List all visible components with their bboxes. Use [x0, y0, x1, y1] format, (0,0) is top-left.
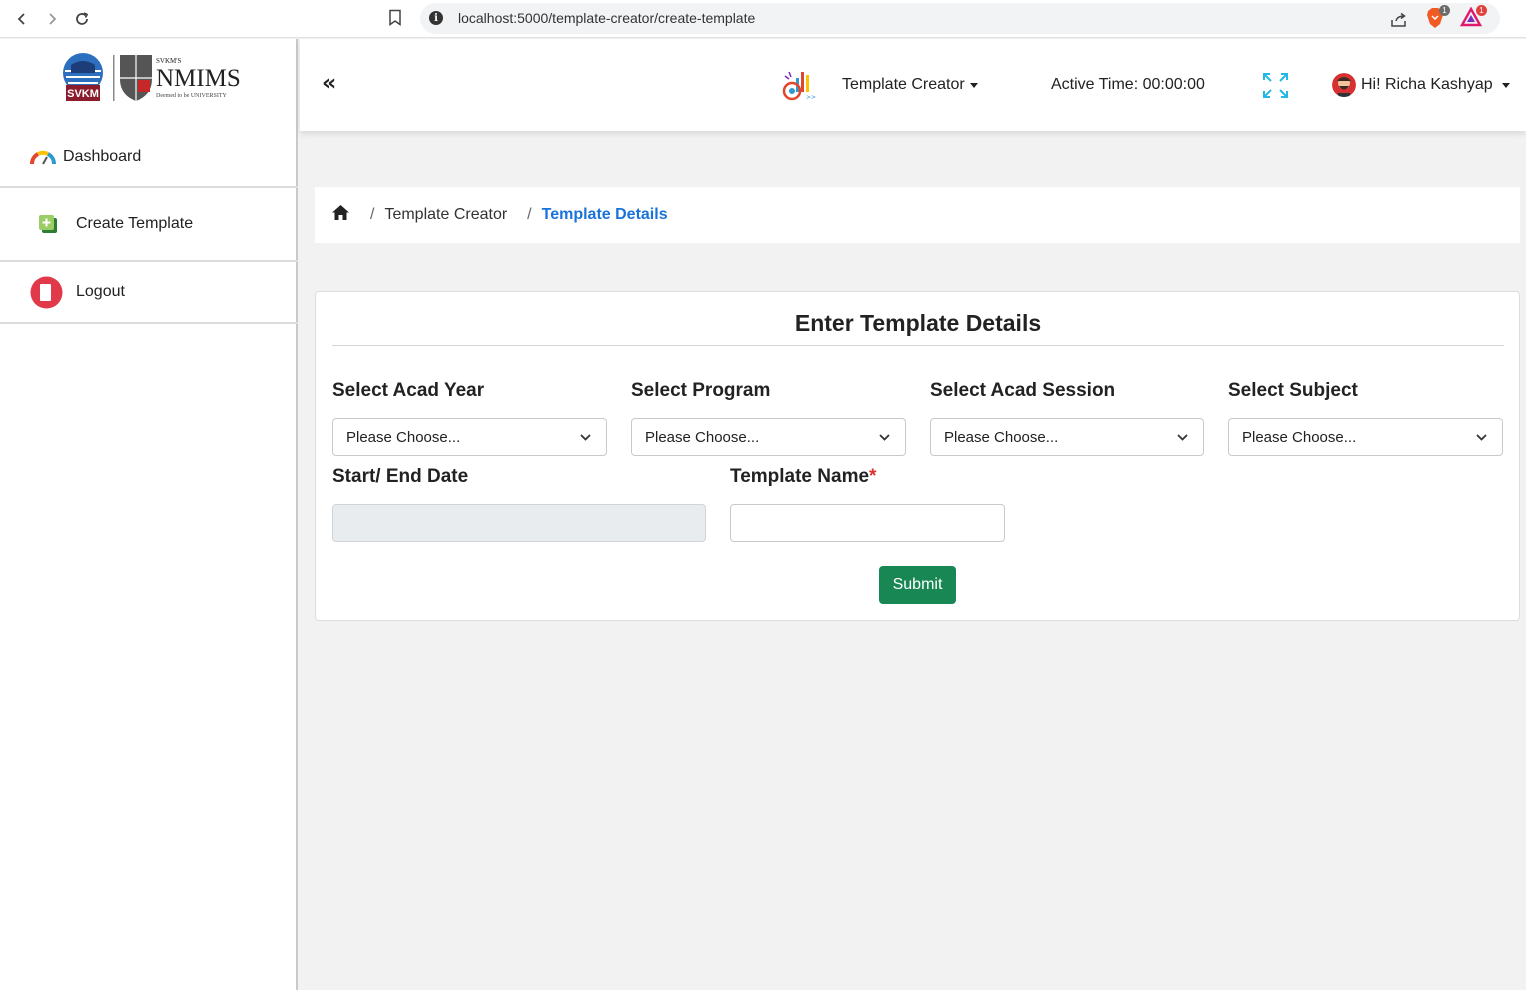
- program-select[interactable]: Please Choose...: [631, 418, 906, 456]
- home-icon: [332, 205, 349, 220]
- subject-label: Select Subject: [1228, 380, 1358, 401]
- sidebar-item-logout[interactable]: Logout: [0, 262, 298, 324]
- fullscreen-button[interactable]: [1262, 72, 1289, 104]
- back-button[interactable]: [11, 8, 33, 30]
- template-name-input[interactable]: [730, 504, 1005, 542]
- shields-count-badge: 1: [1439, 5, 1450, 16]
- start-end-date-label: Start/ End Date: [332, 466, 469, 487]
- chevron-right-icon: [49, 13, 57, 25]
- template-name-label: Template Name*: [730, 466, 876, 488]
- acad-year-value: Please Choose...: [346, 428, 461, 446]
- program-label: Select Program: [631, 380, 771, 401]
- bookmark-icon: [389, 9, 401, 26]
- svg-text:NMIMS: NMIMS: [156, 65, 240, 92]
- acad-year-label: Select Acad Year: [332, 380, 485, 401]
- brave-shields-button[interactable]: 1: [1425, 5, 1450, 34]
- acad-session-value: Please Choose...: [944, 428, 1059, 446]
- template-creator-icon: >>>: [782, 68, 821, 102]
- breadcrumb-separator: /: [527, 206, 532, 223]
- user-greeting: Hi! Richa Kashyap: [1361, 76, 1493, 93]
- subject-value: Please Choose...: [1242, 428, 1357, 446]
- template-creator-menu-label: Template Creator: [842, 76, 965, 93]
- reload-button[interactable]: [71, 8, 93, 30]
- breadcrumb-template-creator[interactable]: Template Creator: [384, 206, 507, 224]
- url-text[interactable]: localhost:5000/template-creator/create-t…: [458, 10, 755, 26]
- template-details-card: Enter Template Details Select Acad Year …: [315, 291, 1520, 621]
- nmims-logo: SVKM SVKM'S NMIMS Deemed to be UNIVERSIT…: [60, 51, 241, 107]
- chevron-down-icon: [1177, 434, 1188, 441]
- svg-text:SVKM'S: SVKM'S: [156, 57, 181, 65]
- svg-text:>>>: >>>: [806, 94, 816, 101]
- sidebar: SVKM SVKM'S NMIMS Deemed to be UNIVERSIT…: [0, 39, 298, 990]
- breadcrumb: / Template Creator / Template Details: [315, 187, 1520, 243]
- sidebar-item-dashboard[interactable]: Dashboard: [0, 128, 298, 188]
- collapse-sidebar-button[interactable]: «: [322, 73, 336, 95]
- rewards-count-badge: 1: [1476, 5, 1487, 16]
- acad-year-select[interactable]: Please Choose...: [332, 418, 607, 456]
- chevron-left-icon: [17, 13, 25, 25]
- breadcrumb-separator: /: [370, 206, 375, 223]
- chevron-down-icon: [1476, 434, 1487, 441]
- browser-toolbar: i localhost:5000/template-creator/create…: [0, 0, 1526, 38]
- sidebar-item-create-template[interactable]: Create Template: [0, 188, 298, 262]
- top-header: « >>> Template Creator Active Time: 00:0…: [300, 39, 1526, 131]
- add-template-icon: [37, 214, 59, 234]
- expand-icon: [1263, 73, 1288, 98]
- home-link[interactable]: [331, 204, 350, 226]
- template-name-label-text: Template Name: [730, 466, 870, 487]
- sidebar-item-label: Dashboard: [63, 148, 142, 165]
- program-value: Please Choose...: [645, 428, 760, 446]
- caret-down-icon: [1501, 82, 1510, 88]
- reload-icon: [76, 12, 89, 25]
- share-button[interactable]: [1390, 12, 1408, 33]
- brave-rewards-button[interactable]: 1: [1459, 5, 1487, 32]
- svg-text:Deemed to be UNIVERSITY: Deemed to be UNIVERSITY: [156, 93, 227, 99]
- share-icon: [1391, 12, 1406, 27]
- sidebar-item-label: Create Template: [76, 215, 194, 232]
- logout-icon: [30, 276, 63, 309]
- card-title: Enter Template Details: [794, 310, 1042, 336]
- card-divider: [332, 345, 1504, 346]
- start-end-date-field: [332, 504, 706, 542]
- svg-text:SVKM: SVKM: [67, 88, 99, 100]
- address-bar[interactable]: i localhost:5000/template-creator/create…: [420, 3, 1500, 34]
- acad-session-select[interactable]: Please Choose...: [930, 418, 1204, 456]
- active-time: Active Time: 00:00:00: [1051, 76, 1205, 93]
- avatar: [1332, 73, 1356, 97]
- required-mark: *: [869, 466, 877, 487]
- template-creator-menu[interactable]: Template Creator: [842, 76, 978, 94]
- bookmark-button[interactable]: [388, 9, 402, 31]
- breadcrumb-template-details: Template Details: [541, 206, 668, 223]
- site-info-icon[interactable]: i: [429, 11, 443, 25]
- gauge-icon: [30, 149, 56, 165]
- submit-button[interactable]: Submit: [879, 566, 956, 604]
- subject-select[interactable]: Please Choose...: [1228, 418, 1503, 456]
- user-menu[interactable]: Hi! Richa Kashyap: [1332, 73, 1510, 97]
- chevron-down-icon: [580, 434, 591, 441]
- chevron-down-icon: [879, 434, 890, 441]
- forward-button[interactable]: [41, 8, 63, 30]
- caret-down-icon: [969, 82, 978, 88]
- acad-session-label: Select Acad Session: [930, 380, 1116, 401]
- svkm-nmims-logo-image: SVKM SVKM'S NMIMS Deemed to be UNIVERSIT…: [63, 53, 241, 101]
- sidebar-item-label: Logout: [76, 283, 125, 300]
